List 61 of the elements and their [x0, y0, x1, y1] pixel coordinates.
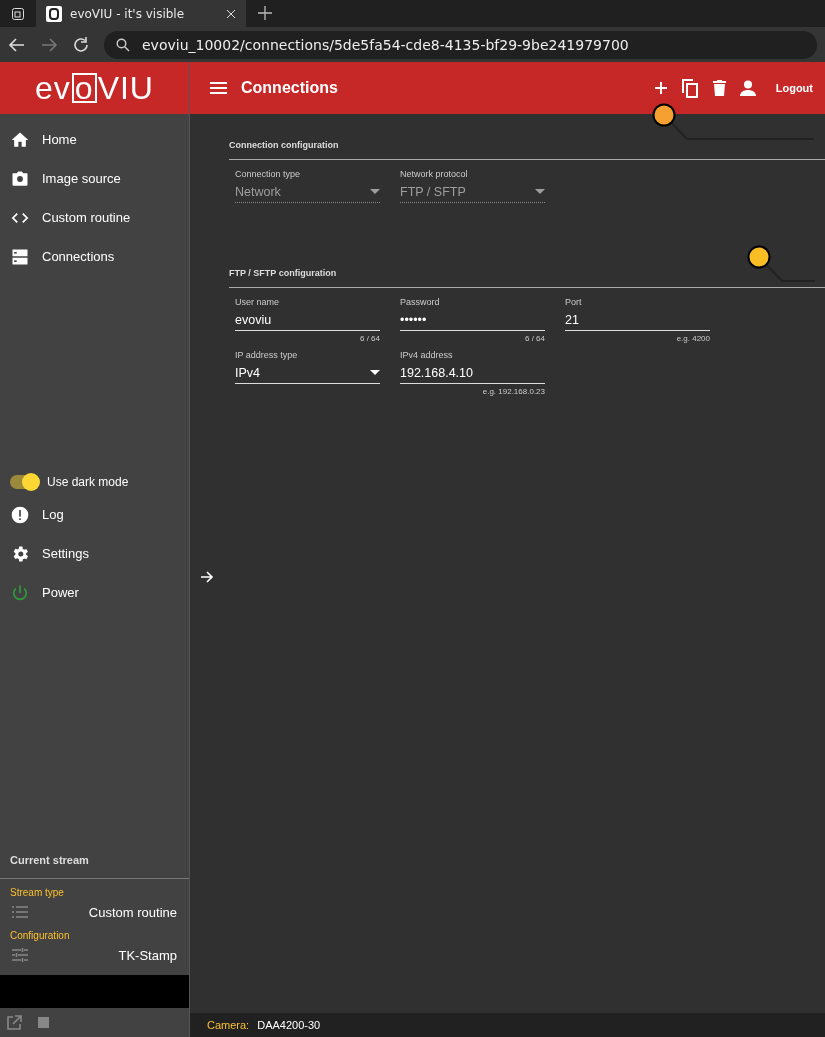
toggle-label: Use dark mode: [47, 475, 129, 490]
tab-actions-icon[interactable]: [11, 6, 25, 21]
input-field[interactable]: evoviu: [235, 309, 380, 331]
sidebar-item[interactable]: Custom routine: [0, 198, 189, 237]
field-label: Stream type: [10, 887, 64, 898]
field-hint: e.g. 192.168.0.23: [482, 387, 545, 397]
menu-icon[interactable]: [210, 82, 227, 94]
close-icon[interactable]: [226, 8, 236, 19]
input-field[interactable]: 192.168.4.10: [400, 362, 545, 384]
field-hint: 6 / 64: [525, 334, 545, 344]
sidebar-item[interactable]: Home: [0, 120, 189, 159]
page-title: Connections: [241, 79, 339, 97]
dark-mode-toggle[interactable]: [10, 475, 39, 490]
arrow-right-icon[interactable]: [200, 571, 214, 583]
forward-icon[interactable]: [40, 35, 58, 54]
field-label: IPv4 address: [400, 350, 454, 362]
reload-icon[interactable]: [72, 35, 90, 54]
caret-icon: [370, 189, 380, 194]
new-tab-icon[interactable]: [258, 6, 272, 20]
field-hint: e.g. 4200: [676, 334, 710, 344]
site-icon: [46, 5, 62, 22]
user-icon[interactable]: [739, 80, 756, 96]
app-logo: evoVIU: [0, 62, 189, 114]
configuration-value: TK-Stamp: [118, 947, 177, 963]
section-title: FTP / SFTP configuration: [229, 268, 338, 280]
copy-icon[interactable]: [681, 78, 699, 98]
caret-icon: [535, 189, 545, 194]
exclamation-icon: [10, 504, 30, 525]
sidebar-item[interactable]: Power: [0, 573, 189, 613]
tab-title: evoVIU - it's visible: [70, 6, 186, 21]
camera-label: Camera:: [207, 1019, 250, 1031]
open-external-icon[interactable]: [6, 1014, 22, 1031]
add-icon[interactable]: [653, 81, 668, 95]
sidebar-item[interactable]: Connections: [0, 237, 189, 276]
list-icon: [12, 906, 28, 918]
search-icon: [116, 37, 130, 52]
section-title: Connection configuration: [229, 140, 340, 152]
sliders-icon: [12, 948, 28, 962]
section-heading: Current stream: [9, 854, 90, 868]
camera-name: DAA4200-30: [257, 1019, 321, 1031]
sidebar-item[interactable]: Image source: [0, 159, 189, 198]
logout-button[interactable]: Logout: [769, 82, 813, 94]
address-bar[interactable]: evoviu_10002/connections/5de5fa54-cde8-4135-bf29-9be241979700: [104, 30, 817, 59]
input-field[interactable]: 21: [565, 309, 710, 331]
caret-icon: [370, 370, 380, 375]
dropdown[interactable]: IPv4: [235, 362, 380, 384]
sidebar-item[interactable]: Settings: [0, 534, 189, 574]
field-label: Configuration: [10, 930, 70, 941]
field-label: Connection type: [235, 169, 302, 181]
sidebar-item[interactable]: Log: [0, 495, 189, 535]
browser-tab[interactable]: evoVIU - it's visible: [36, 0, 246, 27]
input-field[interactable]: ••••••: [400, 309, 545, 331]
field-label: Password: [400, 297, 441, 309]
field-label: Port: [565, 297, 583, 309]
field-label: User name: [235, 297, 280, 309]
field-label: Network protocol: [400, 169, 469, 181]
field-label: IP address type: [235, 350, 299, 362]
back-icon[interactable]: [8, 35, 26, 54]
delete-icon[interactable]: [712, 80, 726, 96]
stream-type-value: Custom routine: [88, 904, 177, 920]
field-hint: 6 / 64: [360, 334, 380, 344]
